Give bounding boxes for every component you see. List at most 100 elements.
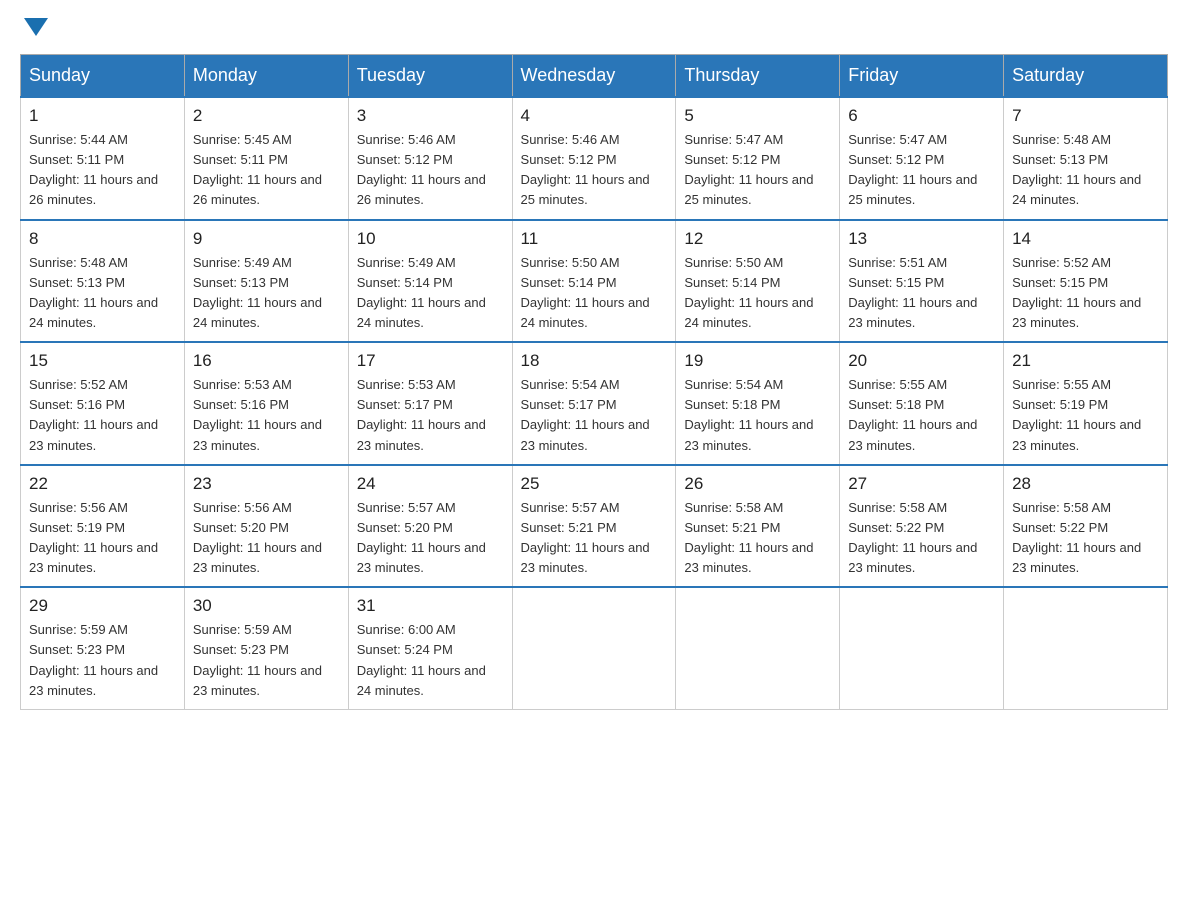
day-info: Sunrise: 5:54 AM Sunset: 5:18 PM Dayligh… [684, 375, 831, 456]
calendar-cell: 31 Sunrise: 6:00 AM Sunset: 5:24 PM Dayl… [348, 587, 512, 709]
calendar-cell: 4 Sunrise: 5:46 AM Sunset: 5:12 PM Dayli… [512, 97, 676, 220]
day-number: 2 [193, 106, 340, 126]
header-thursday: Thursday [676, 55, 840, 98]
calendar-cell: 16 Sunrise: 5:53 AM Sunset: 5:16 PM Dayl… [184, 342, 348, 465]
calendar-cell: 19 Sunrise: 5:54 AM Sunset: 5:18 PM Dayl… [676, 342, 840, 465]
calendar-cell: 15 Sunrise: 5:52 AM Sunset: 5:16 PM Dayl… [21, 342, 185, 465]
header-friday: Friday [840, 55, 1004, 98]
calendar-cell: 6 Sunrise: 5:47 AM Sunset: 5:12 PM Dayli… [840, 97, 1004, 220]
calendar-cell: 26 Sunrise: 5:58 AM Sunset: 5:21 PM Dayl… [676, 465, 840, 588]
day-info: Sunrise: 5:56 AM Sunset: 5:19 PM Dayligh… [29, 498, 176, 579]
day-number: 7 [1012, 106, 1159, 126]
day-number: 3 [357, 106, 504, 126]
day-number: 28 [1012, 474, 1159, 494]
day-info: Sunrise: 5:58 AM Sunset: 5:22 PM Dayligh… [1012, 498, 1159, 579]
day-info: Sunrise: 5:57 AM Sunset: 5:20 PM Dayligh… [357, 498, 504, 579]
calendar-header-row: SundayMondayTuesdayWednesdayThursdayFrid… [21, 55, 1168, 98]
calendar-cell: 30 Sunrise: 5:59 AM Sunset: 5:23 PM Dayl… [184, 587, 348, 709]
calendar-cell: 22 Sunrise: 5:56 AM Sunset: 5:19 PM Dayl… [21, 465, 185, 588]
day-info: Sunrise: 5:59 AM Sunset: 5:23 PM Dayligh… [29, 620, 176, 701]
day-info: Sunrise: 5:48 AM Sunset: 5:13 PM Dayligh… [1012, 130, 1159, 211]
day-number: 20 [848, 351, 995, 371]
day-number: 26 [684, 474, 831, 494]
day-number: 25 [521, 474, 668, 494]
calendar-cell: 7 Sunrise: 5:48 AM Sunset: 5:13 PM Dayli… [1004, 97, 1168, 220]
week-row-1: 1 Sunrise: 5:44 AM Sunset: 5:11 PM Dayli… [21, 97, 1168, 220]
calendar-cell: 14 Sunrise: 5:52 AM Sunset: 5:15 PM Dayl… [1004, 220, 1168, 343]
calendar-cell: 5 Sunrise: 5:47 AM Sunset: 5:12 PM Dayli… [676, 97, 840, 220]
calendar-cell: 10 Sunrise: 5:49 AM Sunset: 5:14 PM Dayl… [348, 220, 512, 343]
calendar-cell: 28 Sunrise: 5:58 AM Sunset: 5:22 PM Dayl… [1004, 465, 1168, 588]
day-info: Sunrise: 5:46 AM Sunset: 5:12 PM Dayligh… [357, 130, 504, 211]
day-number: 8 [29, 229, 176, 249]
calendar-cell: 13 Sunrise: 5:51 AM Sunset: 5:15 PM Dayl… [840, 220, 1004, 343]
calendar-cell [1004, 587, 1168, 709]
day-info: Sunrise: 5:57 AM Sunset: 5:21 PM Dayligh… [521, 498, 668, 579]
day-number: 1 [29, 106, 176, 126]
day-info: Sunrise: 5:50 AM Sunset: 5:14 PM Dayligh… [521, 253, 668, 334]
day-info: Sunrise: 5:47 AM Sunset: 5:12 PM Dayligh… [848, 130, 995, 211]
day-info: Sunrise: 5:49 AM Sunset: 5:14 PM Dayligh… [357, 253, 504, 334]
day-info: Sunrise: 5:56 AM Sunset: 5:20 PM Dayligh… [193, 498, 340, 579]
day-number: 27 [848, 474, 995, 494]
week-row-4: 22 Sunrise: 5:56 AM Sunset: 5:19 PM Dayl… [21, 465, 1168, 588]
day-info: Sunrise: 5:48 AM Sunset: 5:13 PM Dayligh… [29, 253, 176, 334]
day-number: 18 [521, 351, 668, 371]
calendar-cell: 11 Sunrise: 5:50 AM Sunset: 5:14 PM Dayl… [512, 220, 676, 343]
day-number: 13 [848, 229, 995, 249]
day-info: Sunrise: 5:50 AM Sunset: 5:14 PM Dayligh… [684, 253, 831, 334]
day-number: 5 [684, 106, 831, 126]
calendar-cell: 2 Sunrise: 5:45 AM Sunset: 5:11 PM Dayli… [184, 97, 348, 220]
day-info: Sunrise: 5:46 AM Sunset: 5:12 PM Dayligh… [521, 130, 668, 211]
logo [20, 20, 48, 38]
day-info: Sunrise: 5:53 AM Sunset: 5:16 PM Dayligh… [193, 375, 340, 456]
day-number: 19 [684, 351, 831, 371]
calendar-cell: 1 Sunrise: 5:44 AM Sunset: 5:11 PM Dayli… [21, 97, 185, 220]
calendar-cell: 18 Sunrise: 5:54 AM Sunset: 5:17 PM Dayl… [512, 342, 676, 465]
week-row-2: 8 Sunrise: 5:48 AM Sunset: 5:13 PM Dayli… [21, 220, 1168, 343]
day-number: 6 [848, 106, 995, 126]
day-info: Sunrise: 5:44 AM Sunset: 5:11 PM Dayligh… [29, 130, 176, 211]
calendar-cell: 3 Sunrise: 5:46 AM Sunset: 5:12 PM Dayli… [348, 97, 512, 220]
calendar-cell: 27 Sunrise: 5:58 AM Sunset: 5:22 PM Dayl… [840, 465, 1004, 588]
day-info: Sunrise: 5:59 AM Sunset: 5:23 PM Dayligh… [193, 620, 340, 701]
day-number: 10 [357, 229, 504, 249]
calendar-cell: 12 Sunrise: 5:50 AM Sunset: 5:14 PM Dayl… [676, 220, 840, 343]
calendar-cell: 21 Sunrise: 5:55 AM Sunset: 5:19 PM Dayl… [1004, 342, 1168, 465]
day-info: Sunrise: 5:54 AM Sunset: 5:17 PM Dayligh… [521, 375, 668, 456]
calendar-cell: 8 Sunrise: 5:48 AM Sunset: 5:13 PM Dayli… [21, 220, 185, 343]
day-number: 15 [29, 351, 176, 371]
day-number: 30 [193, 596, 340, 616]
day-number: 9 [193, 229, 340, 249]
day-info: Sunrise: 5:52 AM Sunset: 5:15 PM Dayligh… [1012, 253, 1159, 334]
day-number: 29 [29, 596, 176, 616]
day-number: 21 [1012, 351, 1159, 371]
day-info: Sunrise: 5:47 AM Sunset: 5:12 PM Dayligh… [684, 130, 831, 211]
day-number: 22 [29, 474, 176, 494]
calendar-cell: 29 Sunrise: 5:59 AM Sunset: 5:23 PM Dayl… [21, 587, 185, 709]
day-number: 17 [357, 351, 504, 371]
calendar-cell [676, 587, 840, 709]
day-number: 31 [357, 596, 504, 616]
header-wednesday: Wednesday [512, 55, 676, 98]
week-row-5: 29 Sunrise: 5:59 AM Sunset: 5:23 PM Dayl… [21, 587, 1168, 709]
week-row-3: 15 Sunrise: 5:52 AM Sunset: 5:16 PM Dayl… [21, 342, 1168, 465]
day-info: Sunrise: 5:52 AM Sunset: 5:16 PM Dayligh… [29, 375, 176, 456]
day-number: 24 [357, 474, 504, 494]
day-info: Sunrise: 5:45 AM Sunset: 5:11 PM Dayligh… [193, 130, 340, 211]
day-number: 16 [193, 351, 340, 371]
header-tuesday: Tuesday [348, 55, 512, 98]
day-info: Sunrise: 5:53 AM Sunset: 5:17 PM Dayligh… [357, 375, 504, 456]
logo-triangle-icon [24, 18, 48, 36]
day-info: Sunrise: 5:58 AM Sunset: 5:22 PM Dayligh… [848, 498, 995, 579]
calendar-cell: 9 Sunrise: 5:49 AM Sunset: 5:13 PM Dayli… [184, 220, 348, 343]
calendar-cell [512, 587, 676, 709]
day-number: 12 [684, 229, 831, 249]
day-number: 4 [521, 106, 668, 126]
day-info: Sunrise: 5:58 AM Sunset: 5:21 PM Dayligh… [684, 498, 831, 579]
calendar-cell: 25 Sunrise: 5:57 AM Sunset: 5:21 PM Dayl… [512, 465, 676, 588]
day-info: Sunrise: 5:55 AM Sunset: 5:18 PM Dayligh… [848, 375, 995, 456]
header-monday: Monday [184, 55, 348, 98]
calendar-cell: 24 Sunrise: 5:57 AM Sunset: 5:20 PM Dayl… [348, 465, 512, 588]
day-number: 14 [1012, 229, 1159, 249]
